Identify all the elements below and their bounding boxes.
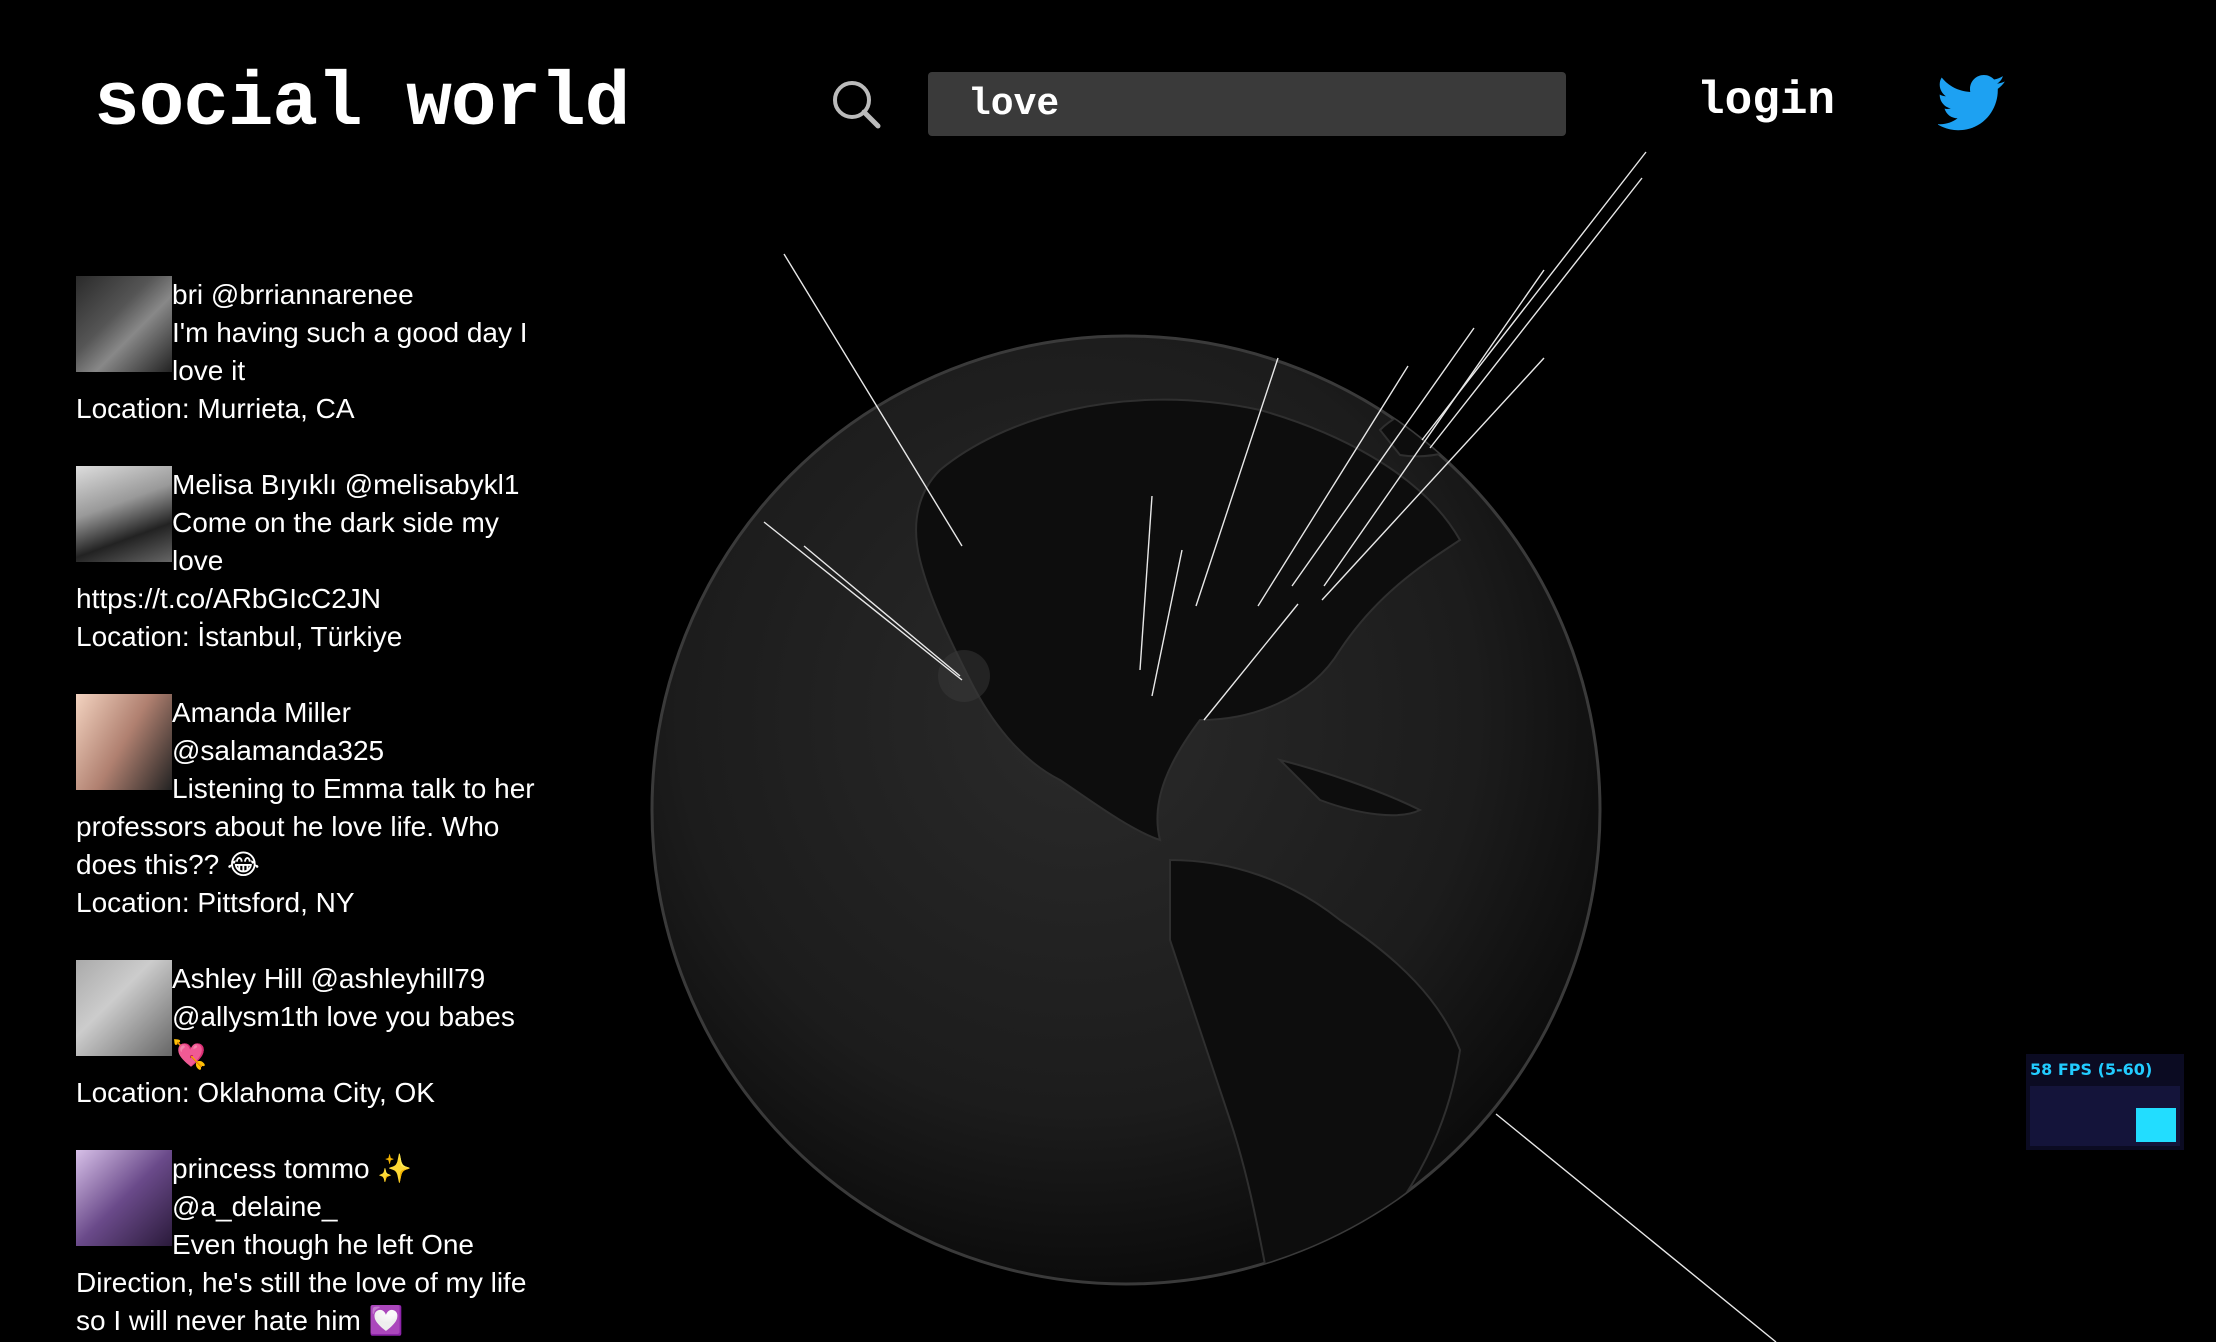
page: social world login bri @brriannarenee I'… [0, 0, 2216, 1342]
location-marker [938, 650, 990, 702]
fps-bar [2136, 1107, 2176, 1142]
fps-graph [2030, 1086, 2180, 1146]
fps-meter: 58 FPS (5-60) [2026, 1054, 2184, 1150]
globe-view[interactable] [0, 0, 2216, 1342]
fps-label: 58 FPS (5-60) [2030, 1060, 2153, 1079]
